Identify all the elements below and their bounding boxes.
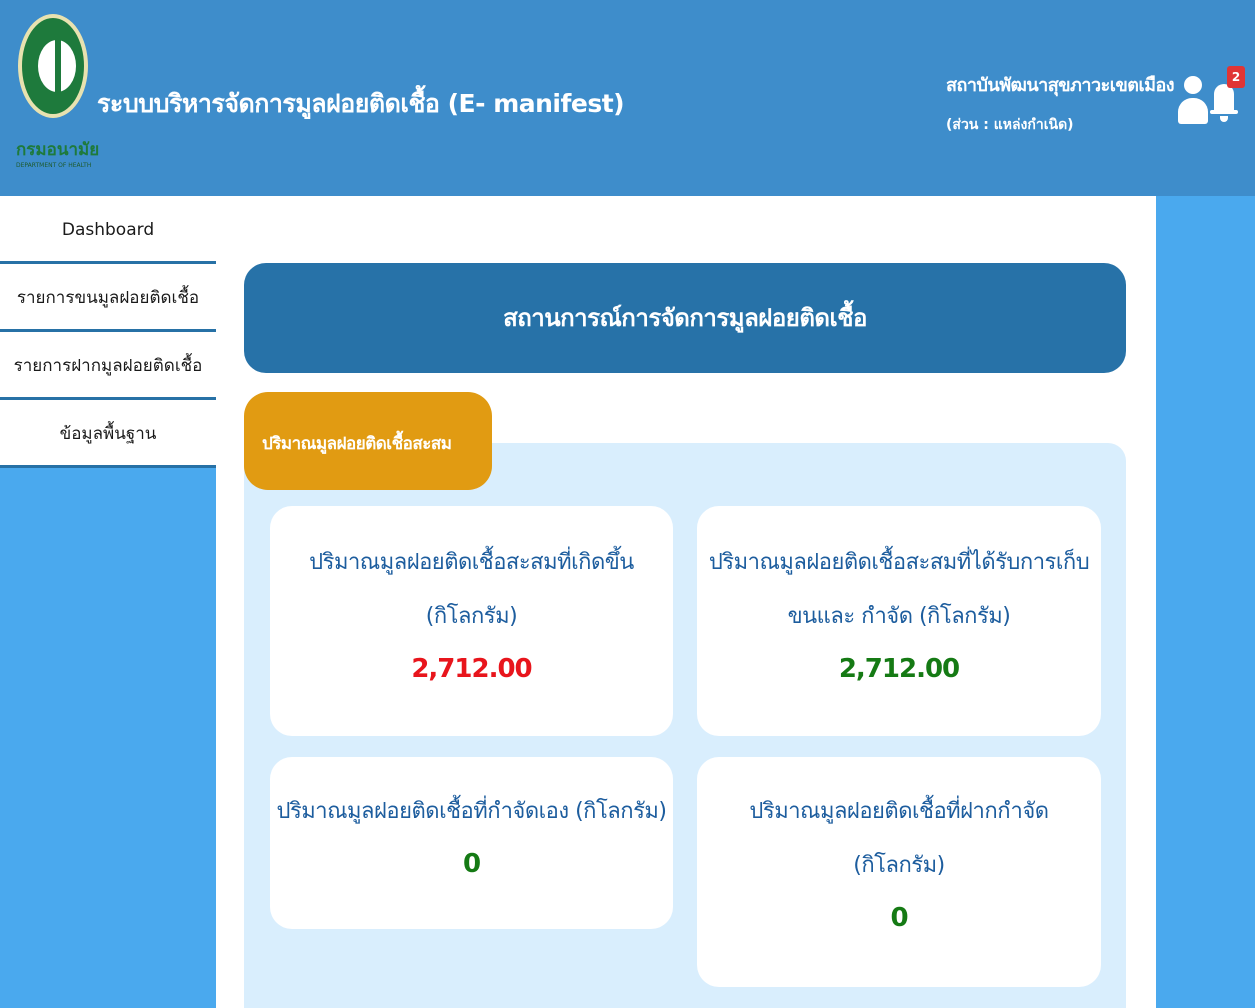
right-side-strip	[1156, 196, 1255, 1008]
notification-bell-icon[interactable]: 2	[1210, 66, 1245, 126]
organization-role: (ส่วน : แหล่งกำเนิด)	[946, 117, 1074, 133]
logo-emblem-icon	[18, 14, 88, 118]
app-header: กรมอนามัย DEPARTMENT OF HEALTH ระบบบริหา…	[0, 0, 1255, 196]
card-value: 0	[890, 903, 908, 933]
sidebar-item-transport-list[interactable]: รายการขนมูลฝอยติดเชื้อ	[0, 264, 216, 332]
notification-badge: 2	[1227, 66, 1245, 88]
logo-subtext: DEPARTMENT OF HEALTH	[16, 162, 92, 169]
card-value: 2,712.00	[411, 654, 532, 684]
sidebar-item-deposit-list[interactable]: รายการฝากมูลฝอยติดเชื้อ	[0, 332, 216, 400]
tab-accumulated-waste[interactable]: ปริมาณมูลฝอยติดเชื้อสะสม	[244, 392, 492, 490]
sidebar-item-label: ข้อมูลพื้นฐาน	[59, 424, 157, 444]
card-label: ปริมาณมูลฝอยติดเชื้อสะสมที่เกิดขึ้น (กิโ…	[309, 550, 634, 629]
app-title: ระบบบริหารจัดการมูลฝอยติดเชื้อ (E- manif…	[97, 89, 625, 118]
card-deposited-waste: ปริมาณมูลฝอยติดเชื้อที่ฝากกำจัด (กิโลกรั…	[697, 757, 1101, 987]
card-label: ปริมาณมูลฝอยติดเชื้อที่ฝากกำจัด (กิโลกรั…	[749, 799, 1049, 878]
card-generated-waste: ปริมาณมูลฝอยติดเชื้อสะสมที่เกิดขึ้น (กิโ…	[270, 506, 673, 736]
card-collected-disposed-waste: ปริมาณมูลฝอยติดเชื้อสะสมที่ได้รับการเก็บ…	[697, 506, 1101, 736]
card-label: ปริมาณมูลฝอยติดเชื้อที่กำจัดเอง (กิโลกรั…	[276, 799, 667, 824]
department-logo[interactable]: กรมอนามัย DEPARTMENT OF HEALTH	[14, 14, 99, 184]
sidebar-item-dashboard[interactable]: Dashboard	[0, 196, 216, 264]
sidebar-item-label: Dashboard	[61, 220, 155, 240]
logo-text: กรมอนามัย	[16, 140, 100, 160]
card-value: 2,712.00	[838, 654, 960, 684]
card-self-disposed-waste: ปริมาณมูลฝอยติดเชื้อที่กำจัดเอง (กิโลกรั…	[270, 757, 673, 929]
card-label: ปริมาณมูลฝอยติดเชื้อสะสมที่ได้รับการเก็บ…	[708, 550, 1090, 629]
sidebar-item-basic-data[interactable]: ข้อมูลพื้นฐาน	[0, 400, 216, 468]
user-icon[interactable]	[1178, 76, 1208, 126]
page-title-banner: สถานการณ์การจัดการมูลฝอยติดเชื้อ	[244, 263, 1126, 373]
card-value: 0	[462, 849, 481, 879]
organization-name: สถาบันพัฒนาสุขภาวะเขตเมือง	[946, 75, 1175, 96]
sidebar-item-label: รายการขนมูลฝอยติดเชื้อ	[16, 288, 200, 308]
sidebar-item-label: รายการฝากมูลฝอยติดเชื้อ	[13, 356, 203, 376]
sidebar: Dashboard รายการขนมูลฝอยติดเชื้อ รายการฝ…	[0, 196, 216, 1008]
